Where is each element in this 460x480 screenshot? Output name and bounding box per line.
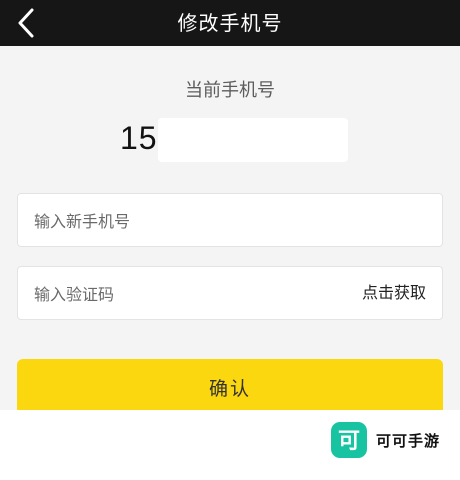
page-title: 修改手机号 <box>177 11 283 35</box>
verify-code-input[interactable] <box>32 267 336 321</box>
new-phone-field[interactable] <box>17 193 443 248</box>
new-phone-input[interactable] <box>32 194 436 248</box>
watermark-logo: 可 <box>331 422 367 458</box>
top-bar: 修改手机号 <box>0 0 460 46</box>
svg-text:可: 可 <box>338 429 360 454</box>
current-phone-number: 15 <box>120 120 158 156</box>
watermark-logo-glyph: 可 <box>338 429 360 454</box>
number-redaction-mask <box>158 118 348 162</box>
current-phone-label: 当前手机号 <box>185 80 275 101</box>
verify-code-field[interactable]: 点击获取 <box>17 266 443 321</box>
get-code-button[interactable]: 点击获取 <box>362 267 426 319</box>
watermark-text: 可可手游 <box>376 432 441 450</box>
